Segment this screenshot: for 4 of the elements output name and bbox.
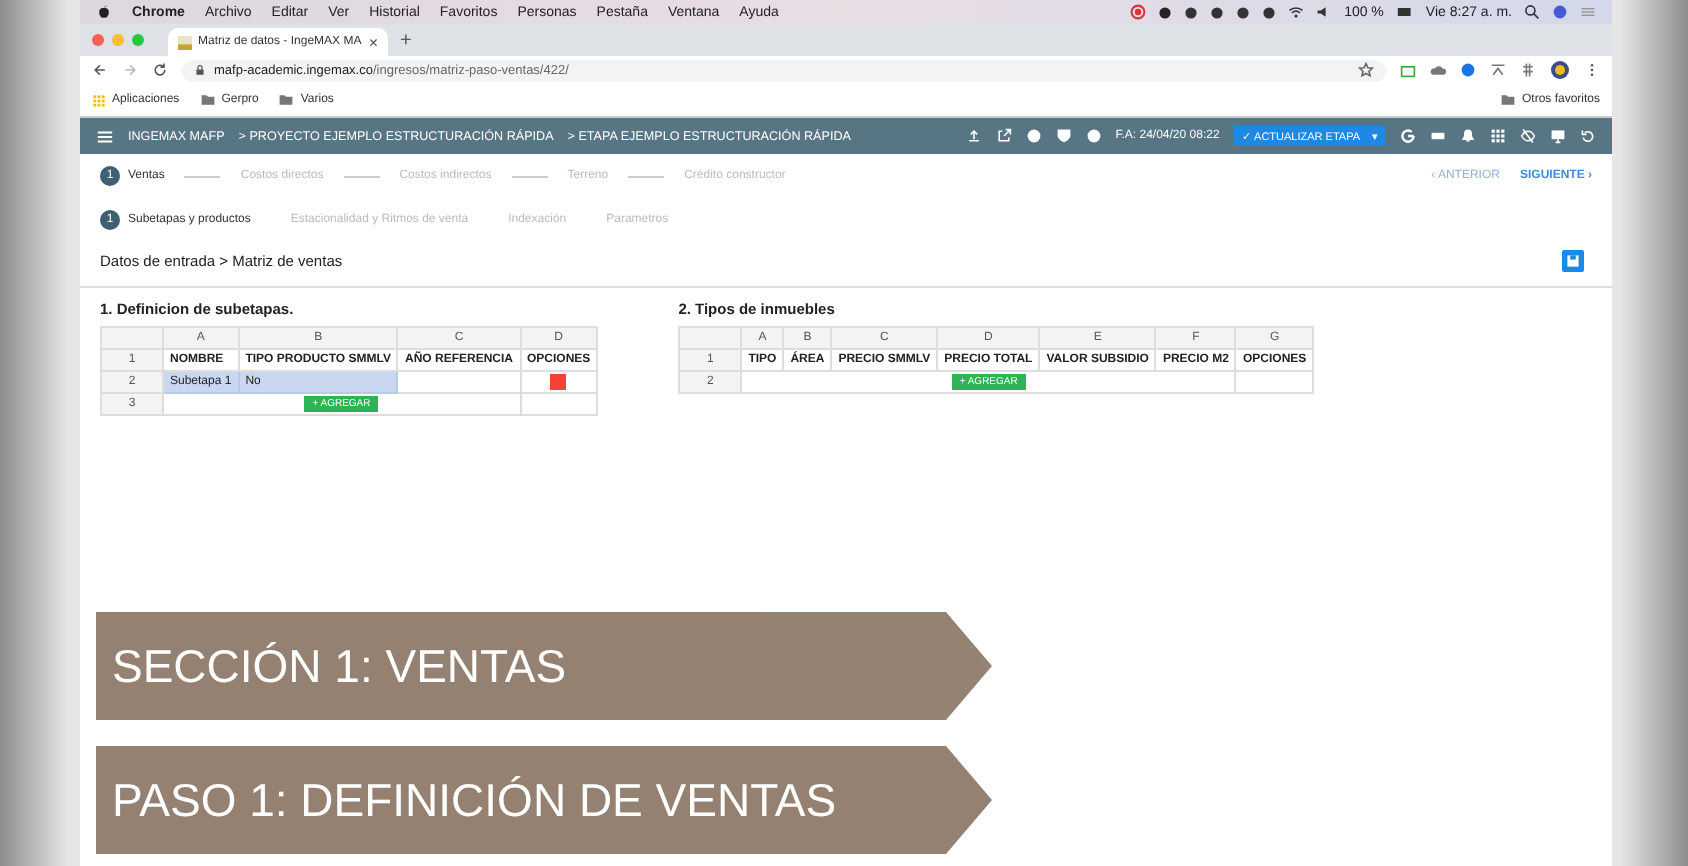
close-tab-button[interactable]: × xyxy=(368,33,378,51)
caption-banner: PASO 1: DEFINICIÓN DE VENTAS xyxy=(96,746,992,854)
caption-banner: SECCIÓN 1: VENTAS xyxy=(96,612,992,720)
new-tab-button[interactable]: + xyxy=(400,29,412,51)
